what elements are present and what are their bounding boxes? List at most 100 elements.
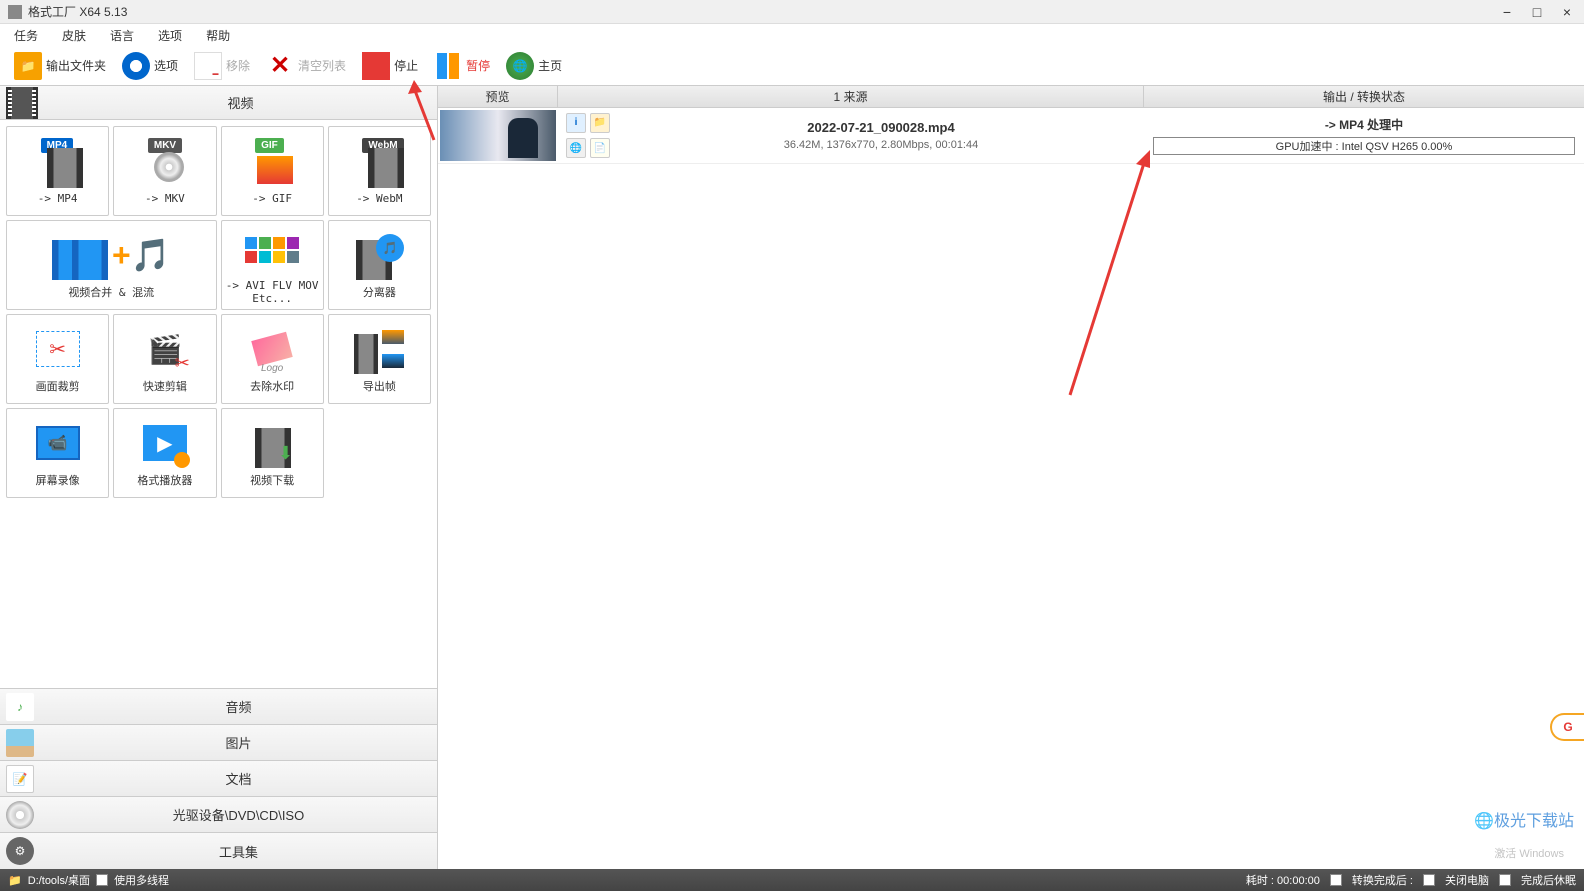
- shutdown-label: 关闭电脑: [1445, 872, 1489, 888]
- format-splitter[interactable]: 🎵 分离器: [328, 220, 431, 310]
- category-audio[interactable]: ♪ 音频: [0, 689, 437, 725]
- format-player[interactable]: ▶ 格式播放器: [113, 408, 216, 498]
- format-edit[interactable]: 🎬✂ 快速剪辑: [113, 314, 216, 404]
- pause-button[interactable]: 暂停: [428, 48, 496, 84]
- menu-language[interactable]: 语言: [104, 25, 140, 46]
- avi-icon: [247, 225, 297, 275]
- folder-icon: 📁: [14, 52, 42, 80]
- splitter-icon: 🎵: [354, 230, 404, 280]
- format-grid: MP4 -> MP4 MKV -> MKV GIF -> GIF WebM ->…: [0, 120, 437, 688]
- document-icon: 📝: [6, 765, 34, 793]
- content-header: 预览 1 来源 输出 / 转换状态: [438, 86, 1584, 108]
- merge-icon: + 🎵: [41, 230, 181, 280]
- menu-task[interactable]: 任务: [8, 25, 44, 46]
- sidebar-categories: ♪ 音频 图片 📝 文档 光驱设备\DVD\CD\ISO ⚙ 工具集: [0, 688, 437, 869]
- format-mkv[interactable]: MKV -> MKV: [113, 126, 216, 216]
- options-icon: [122, 52, 150, 80]
- activate-watermark: 激活 Windows: [1494, 845, 1564, 861]
- remove-icon: [194, 52, 222, 80]
- multithread-label: 使用多线程: [114, 872, 169, 888]
- close-button[interactable]: ×: [1558, 3, 1576, 21]
- crop-icon: ✂: [33, 324, 83, 374]
- category-document[interactable]: 📝 文档: [0, 761, 437, 797]
- col-status[interactable]: 输出 / 转换状态: [1144, 86, 1584, 107]
- format-crop[interactable]: ✂ 画面裁剪: [6, 314, 109, 404]
- col-source[interactable]: 1 来源: [558, 86, 1144, 107]
- mkv-icon: MKV: [140, 138, 190, 188]
- task-status: -> MP4 处理中 GPU加速中 : Intel QSV H265 0.00%: [1144, 108, 1584, 163]
- bubble-button[interactable]: G: [1550, 713, 1584, 741]
- statusbar: 📁 D:/tools/桌面 ✓ 使用多线程 耗时 : 00:00:00 转换完成…: [0, 869, 1584, 891]
- multithread-checkbox[interactable]: ✓: [96, 874, 108, 886]
- stop-icon: [362, 52, 390, 80]
- task-icons: i 📁 🌐 📄: [558, 108, 618, 163]
- tools-icon: ⚙: [6, 837, 34, 865]
- titlebar: 格式工厂 X64 5.13 − □ ×: [0, 0, 1584, 24]
- elapsed-time: 耗时 : 00:00:00: [1246, 872, 1320, 888]
- open-folder-icon[interactable]: 📁: [590, 113, 610, 133]
- gif-icon: GIF: [247, 138, 297, 188]
- shutdown-checkbox[interactable]: [1423, 874, 1435, 886]
- format-avi[interactable]: -> AVI FLV MOV Etc...: [221, 220, 324, 310]
- globe-icon[interactable]: 🌐: [566, 138, 586, 158]
- mp4-icon: MP4: [33, 138, 83, 188]
- pause-icon: [434, 52, 462, 80]
- category-tools[interactable]: ⚙ 工具集: [0, 833, 437, 869]
- task-progress: GPU加速中 : Intel QSV H265 0.00%: [1153, 137, 1575, 155]
- format-webm[interactable]: WebM -> WebM: [328, 126, 431, 216]
- content-area: 预览 1 来源 输出 / 转换状态 i 📁 🌐 📄 2022-07-21_090…: [438, 86, 1584, 869]
- player-icon: ▶: [140, 418, 190, 468]
- menubar: 任务 皮肤 语言 选项 帮助: [0, 24, 1584, 46]
- home-icon: 🌐: [506, 52, 534, 80]
- sidebar-video-header[interactable]: 视频: [0, 86, 437, 120]
- menu-skin[interactable]: 皮肤: [56, 25, 92, 46]
- home-button[interactable]: 🌐 主页: [500, 48, 568, 84]
- format-frames[interactable]: 导出帧: [328, 314, 431, 404]
- task-source: 2022-07-21_090028.mp4 36.42M, 1376x770, …: [618, 108, 1144, 163]
- task-status-label: -> MP4 处理中: [1325, 116, 1403, 133]
- hibernate-label: 完成后休眠: [1521, 872, 1576, 888]
- task-filename: 2022-07-21_090028.mp4: [807, 120, 954, 135]
- toolbar: 📁 输出文件夹 选项 移除 ✕ 清空列表 停止 暂停 🌐 主页: [0, 46, 1584, 86]
- app-icon: [8, 5, 22, 19]
- record-icon: 📹: [33, 418, 83, 468]
- category-image[interactable]: 图片: [0, 725, 437, 761]
- maximize-button[interactable]: □: [1528, 3, 1546, 21]
- task-details: 36.42M, 1376x770, 2.80Mbps, 00:01:44: [784, 139, 978, 151]
- info-icon[interactable]: i: [566, 113, 586, 133]
- doc-icon[interactable]: 📄: [590, 138, 610, 158]
- minimize-button[interactable]: −: [1498, 3, 1516, 21]
- format-watermark[interactable]: Logo 去除水印: [221, 314, 324, 404]
- format-record[interactable]: 📹 屏幕录像: [6, 408, 109, 498]
- clear-icon: ✕: [266, 52, 294, 80]
- folder-mini-icon: 📁: [8, 874, 22, 887]
- video-icon: [6, 87, 38, 119]
- task-preview: [438, 108, 558, 163]
- stop-button[interactable]: 停止: [356, 48, 424, 84]
- task-row[interactable]: i 📁 🌐 📄 2022-07-21_090028.mp4 36.42M, 13…: [438, 108, 1584, 164]
- output-path[interactable]: D:/tools/桌面: [28, 872, 90, 888]
- output-folder-button[interactable]: 📁 输出文件夹: [8, 48, 112, 84]
- logo-watermark: 🌐极光下载站: [1474, 807, 1574, 831]
- edit-icon: 🎬✂: [140, 324, 190, 374]
- col-preview[interactable]: 预览: [438, 86, 558, 107]
- hibernate-checkbox[interactable]: [1499, 874, 1511, 886]
- image-icon: [6, 729, 34, 757]
- download-icon: ⬇: [247, 418, 297, 468]
- format-gif[interactable]: GIF -> GIF: [221, 126, 324, 216]
- category-disc[interactable]: 光驱设备\DVD\CD\ISO: [0, 797, 437, 833]
- audio-icon: ♪: [6, 693, 34, 721]
- window-title: 格式工厂 X64 5.13: [28, 3, 1498, 20]
- clear-list-button[interactable]: ✕ 清空列表: [260, 48, 352, 84]
- after-convert-checkbox[interactable]: [1330, 874, 1342, 886]
- menu-options[interactable]: 选项: [152, 25, 188, 46]
- remove-button[interactable]: 移除: [188, 48, 256, 84]
- menu-help[interactable]: 帮助: [200, 25, 236, 46]
- frames-icon: [354, 324, 404, 374]
- format-merge[interactable]: + 🎵 视频合并 & 混流: [6, 220, 217, 310]
- task-thumbnail: [440, 110, 556, 161]
- watermark-icon: Logo: [247, 324, 297, 374]
- format-mp4[interactable]: MP4 -> MP4: [6, 126, 109, 216]
- options-button[interactable]: 选项: [116, 48, 184, 84]
- format-download[interactable]: ⬇ 视频下载: [221, 408, 324, 498]
